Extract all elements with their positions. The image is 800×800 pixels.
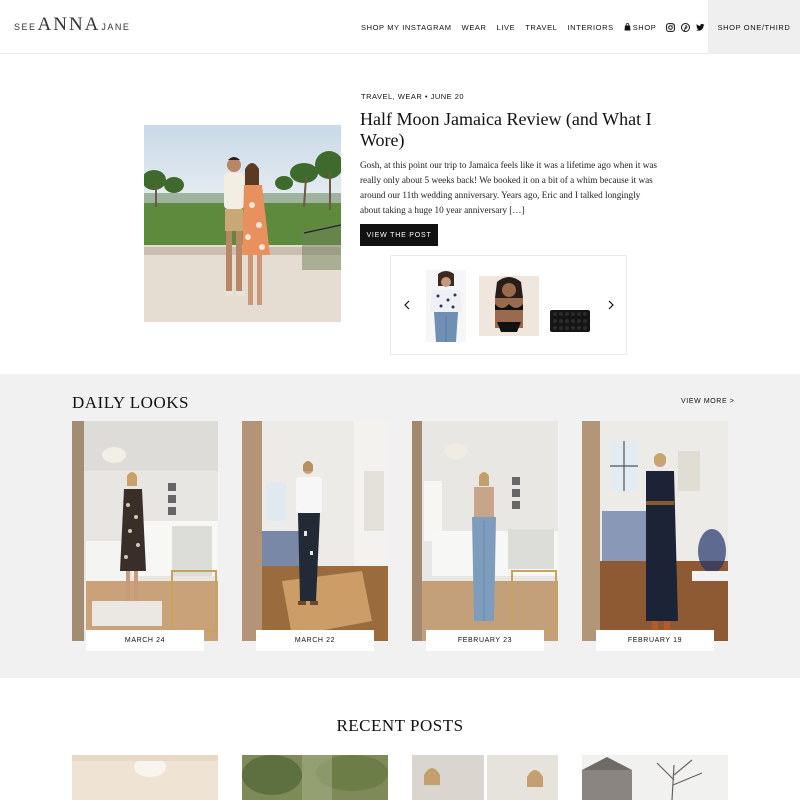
nav-shop-label: SHOP <box>632 22 657 32</box>
recent-post-image[interactable] <box>487 755 558 800</box>
daily-looks-title: DAILY LOOKS <box>72 393 189 412</box>
view-more-link[interactable]: VIEW MORE > <box>681 398 734 405</box>
site-logo[interactable]: SEE ANNA JANE <box>14 14 130 40</box>
daily-look-date: FEBRUARY 19 <box>596 630 714 651</box>
logo-anna: ANNA <box>37 14 101 35</box>
carousel-next-button[interactable] <box>606 298 616 312</box>
shop-one-third-button[interactable]: SHOP ONE/THIRD <box>708 0 800 54</box>
nav-live[interactable]: LIVE <box>497 23 516 32</box>
featured-post-title[interactable]: Half Moon Jamaica Review (and What I Wor… <box>360 109 660 151</box>
featured-post-meta: TRAVEL, WEAR • JUNE 20 <box>361 92 465 101</box>
recent-post-image[interactable] <box>72 755 218 800</box>
daily-look-card[interactable]: FEBRUARY 19 <box>582 421 728 651</box>
recent-post-image[interactable] <box>412 755 484 800</box>
view-the-post-button[interactable]: VIEW THE POST <box>360 224 438 246</box>
nav-wear[interactable]: WEAR <box>462 23 487 32</box>
daily-look-photo <box>72 421 218 641</box>
recent-post-image[interactable] <box>242 755 388 800</box>
recent-post-image[interactable] <box>582 755 728 800</box>
daily-look-date: MARCH 24 <box>86 630 204 651</box>
nav-shop[interactable]: SHOP <box>624 23 657 32</box>
featured-post-excerpt: Gosh, at this point our trip to Jamaica … <box>360 160 657 215</box>
daily-look-photo <box>412 421 558 641</box>
product-item-swimsuit[interactable] <box>479 276 539 336</box>
daily-look-date: MARCH 22 <box>256 630 374 651</box>
daily-look-date: FEBRUARY 23 <box>426 630 544 651</box>
daily-look-card[interactable]: FEBRUARY 23 <box>412 421 558 651</box>
main-nav: SHOP MY INSTAGRAM WEAR LIVE TRAVEL INTER… <box>361 20 741 34</box>
daily-look-card[interactable]: MARCH 24 <box>72 421 218 651</box>
nav-shop-my-instagram[interactable]: SHOP MY INSTAGRAM <box>361 23 452 32</box>
logo-see: SEE <box>14 22 37 32</box>
daily-look-card[interactable]: MARCH 22 <box>242 421 388 651</box>
instagram-icon[interactable] <box>666 22 676 32</box>
product-carousel <box>390 255 627 355</box>
recent-posts-title: RECENT POSTS <box>336 716 464 735</box>
daily-looks-section: DAILY LOOKS VIEW MORE > MARCH 24 MARCH 2… <box>0 374 800 678</box>
site-header: SEE ANNA JANE SHOP MY INSTAGRAM WEAR LIV… <box>0 0 800 54</box>
daily-look-photo <box>582 421 728 641</box>
product-item-clutch[interactable] <box>548 306 592 336</box>
twitter-icon[interactable] <box>696 23 705 32</box>
featured-post-image[interactable] <box>144 125 341 322</box>
daily-look-photo <box>242 421 388 641</box>
carousel-prev-button[interactable] <box>402 298 412 312</box>
nav-travel[interactable]: TRAVEL <box>525 23 557 32</box>
chevron-left-icon <box>404 300 410 310</box>
nav-interiors[interactable]: INTERIORS <box>567 23 613 32</box>
shopping-bag-icon <box>624 23 631 31</box>
logo-jane: JANE <box>101 22 131 32</box>
product-item-blouse[interactable] <box>426 270 466 342</box>
pinterest-icon[interactable] <box>681 22 691 32</box>
chevron-right-icon <box>608 300 614 310</box>
